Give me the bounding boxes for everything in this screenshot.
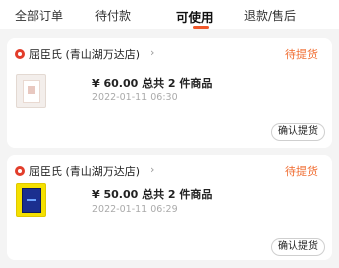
- confirm-pickup-button[interactable]: 确认提货: [271, 238, 325, 256]
- order-tabs: 全部订单 待付款 可使用 退款/售后: [0, 0, 339, 29]
- shop-name[interactable]: 屈臣氏 (青山湖万达店): [29, 46, 140, 62]
- order-price-summary: ¥ 60.00 总共 2 件商品: [92, 77, 213, 90]
- product-image: [22, 188, 41, 213]
- order-time: 2022-01-11 06:30: [92, 92, 178, 103]
- shop-name[interactable]: 屈臣氏 (青山湖万达店): [29, 163, 140, 179]
- order-card[interactable]: 屈臣氏 (青山湖万达店) › 待提货 ¥ 50.00 总共 2 件商品 2022…: [7, 155, 332, 260]
- order-card[interactable]: 屈臣氏 (青山湖万达店) › 待提货 ¥ 60.00 总共 2 件商品 2022…: [7, 38, 332, 148]
- chevron-right-icon: ›: [150, 163, 155, 176]
- product-thumbnail[interactable]: [16, 74, 46, 108]
- store-icon: [15, 49, 25, 59]
- product-thumbnail[interactable]: [16, 183, 46, 217]
- order-price-summary: ¥ 50.00 总共 2 件商品: [92, 188, 213, 201]
- confirm-pickup-button[interactable]: 确认提货: [271, 123, 325, 141]
- product-image: [23, 80, 40, 103]
- tab-all-orders[interactable]: 全部订单: [15, 7, 63, 24]
- order-status: 待提货: [285, 48, 318, 61]
- order-time: 2022-01-11 06:29: [92, 204, 178, 215]
- store-icon: [15, 166, 25, 176]
- chevron-right-icon: ›: [150, 46, 155, 59]
- tab-usable[interactable]: 可使用: [176, 7, 214, 26]
- tab-pending-payment[interactable]: 待付款: [95, 7, 131, 24]
- tab-refund-aftersale[interactable]: 退款/售后: [244, 7, 296, 24]
- order-status: 待提货: [285, 165, 318, 178]
- active-tab-indicator: [193, 26, 209, 29]
